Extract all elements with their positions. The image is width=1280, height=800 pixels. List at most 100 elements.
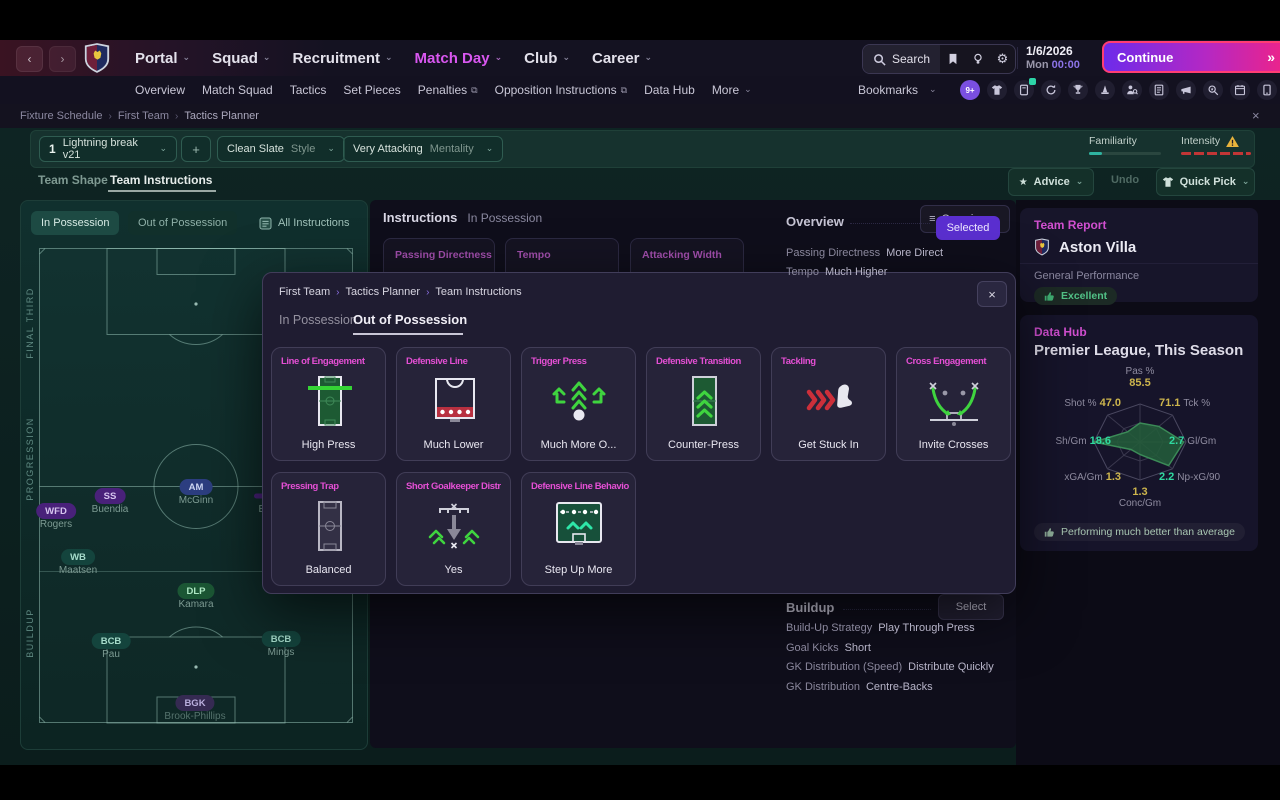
buildup-select-button[interactable]: Select [938, 594, 1004, 620]
breadcrumb-item[interactable]: Team Instructions [435, 286, 521, 298]
modal-card-tackling[interactable]: TacklingGet Stuck In [771, 347, 886, 461]
modal-card-cross-engagement[interactable]: Cross EngagementInvite Crosses [896, 347, 1011, 461]
scouting-icon[interactable] [1122, 80, 1142, 100]
pitch-toggle-out-of-possession[interactable]: Out of Possession [128, 211, 237, 235]
announcement-megaphone-icon[interactable] [1176, 80, 1196, 100]
player-position-pill[interactable]: WB [61, 549, 95, 565]
hint-bulb-icon[interactable] [965, 45, 990, 73]
date-value: 1/6/2026 [1026, 45, 1080, 59]
line-of-engagement-icon [297, 374, 361, 430]
modal-card-pressing-trap[interactable]: Pressing TrapBalanced [271, 472, 386, 586]
style-selector[interactable]: Clean Slate Style ⌄ [217, 136, 345, 162]
close-icon[interactable]: × [1252, 108, 1260, 123]
tactic-selector[interactable]: 1 Lightning break v21 ⌄ [39, 136, 177, 162]
modal-card-trigger-press[interactable]: Trigger PressMuch More O... [521, 347, 636, 461]
chevron-down-icon: ⌄ [159, 143, 167, 154]
breadcrumb-item[interactable]: First Team [279, 286, 330, 298]
subnav-item-match-squad[interactable]: Match Squad [202, 83, 273, 97]
modal-card-defensive-line[interactable]: Defensive LineMuch Lower [396, 347, 511, 461]
player-position-pill[interactable]: BGK [175, 695, 214, 711]
chevron-down-icon: ⌄ [1242, 176, 1250, 187]
inbox-chat-icon[interactable]: 9+ [960, 80, 980, 100]
player-position-pill[interactable]: WFD [36, 503, 76, 519]
style-label: Style [291, 143, 315, 155]
team-name[interactable]: Aston Villa [1059, 239, 1136, 256]
club-device-icon[interactable] [1257, 80, 1277, 100]
continue-button[interactable]: Continue » [1102, 41, 1280, 73]
player-name: Mings [268, 647, 295, 658]
overview-selected-button[interactable]: Selected [936, 216, 1000, 240]
breadcrumb-item[interactable]: Fixture Schedule [20, 110, 103, 122]
modal-card-short-goalkeeper-distr[interactable]: Short Goalkeeper DistrYes [396, 472, 511, 586]
sync-icon[interactable] [1041, 80, 1061, 100]
nav-item-recruitment[interactable]: Recruitment⌄ [292, 50, 392, 67]
advice-label: Advice [1034, 176, 1070, 188]
player-position-pill[interactable]: BCB [262, 631, 301, 647]
nav-item-squad[interactable]: Squad⌄ [212, 50, 270, 67]
modal-card-line-of-engagement[interactable]: Line of EngagementHigh Press [271, 347, 386, 461]
squad-shirt-icon[interactable] [987, 80, 1007, 100]
subnav-label: Tactics [290, 83, 327, 97]
training-cone-icon[interactable] [1095, 80, 1115, 100]
modal-tab-in-possession[interactable]: In Possession [279, 313, 357, 327]
calendar-icon[interactable] [1230, 80, 1250, 100]
subnav-item-tactics[interactable]: Tactics [290, 83, 327, 97]
nav-item-match-day[interactable]: Match Day⌄ [415, 50, 503, 67]
panel-card-icon[interactable] [1014, 80, 1034, 100]
undo-button[interactable]: Undo [1102, 174, 1148, 186]
modal-breadcrumb: First Team›Tactics Planner›Team Instruct… [279, 286, 522, 298]
subnav-item-data-hub[interactable]: Data Hub [644, 83, 695, 97]
back-button[interactable]: ‹ [16, 46, 43, 72]
tab-team-shape[interactable]: Team Shape [38, 173, 108, 187]
familiarity-label: Familiarity [1089, 135, 1163, 147]
modal-tab-out-of-possession[interactable]: Out of Possession [353, 312, 467, 327]
nav-item-career[interactable]: Career⌄ [592, 50, 652, 67]
search-button[interactable]: Search [863, 45, 940, 73]
card-title: Tackling [781, 356, 879, 367]
player-position-pill[interactable]: BCB [92, 633, 131, 649]
date-time: 00:00 [1052, 59, 1080, 71]
forward-button[interactable]: › [49, 46, 76, 72]
player-position-pill[interactable]: AM [180, 479, 213, 495]
subnav-item-more[interactable]: More⌄ [712, 83, 752, 97]
card-title: Line of Engagement [281, 356, 379, 367]
subnav-item-opposition-instructions[interactable]: Opposition Instructions⧉ [495, 83, 628, 97]
competition-trophy-icon[interactable] [1068, 80, 1088, 100]
subnav-item-overview[interactable]: Overview [135, 83, 185, 97]
card-title: Defensive Line Behavio [531, 481, 629, 492]
quick-pick-button[interactable]: Quick Pick ⌄ [1156, 168, 1255, 196]
subnav-item-set-pieces[interactable]: Set Pieces [343, 83, 400, 97]
notes-bookmark-icon[interactable] [940, 45, 965, 73]
card-title: Defensive Transition [656, 356, 754, 367]
pressing-trap-icon [297, 499, 361, 555]
club-crest[interactable] [83, 42, 111, 74]
news-report-icon[interactable] [1149, 80, 1169, 100]
player-position-pill[interactable]: DLP [178, 583, 215, 599]
mentality-selector[interactable]: Very Attacking Mentality ⌄ [343, 136, 503, 162]
breadcrumb-item[interactable]: Tactics Planner [184, 110, 259, 122]
advice-button[interactable]: ★ Advice ⌄ [1008, 168, 1094, 196]
card-value: Balanced [272, 564, 385, 576]
settings-gear-icon[interactable]: ⚙ [990, 45, 1015, 73]
modal-close-button[interactable]: × [977, 281, 1007, 307]
nav-item-club[interactable]: Club⌄ [524, 50, 570, 67]
intensity-label: Intensity [1181, 135, 1220, 147]
modal-card-defensive-transition[interactable]: Defensive TransitionCounter-Press [646, 347, 761, 461]
all-instructions-toggle[interactable]: All Instructions [259, 211, 350, 235]
player-search-icon[interactable] [1203, 80, 1223, 100]
nav-item-portal[interactable]: Portal⌄ [135, 50, 190, 67]
add-tactic-button[interactable]: + [181, 136, 211, 162]
player-position-pill[interactable]: SS [95, 488, 126, 504]
subnav-item-penalties[interactable]: Penalties⧉ [418, 83, 478, 97]
chevron-down-icon: ⌄ [385, 52, 393, 63]
breadcrumb-item[interactable]: Tactics Planner [345, 286, 420, 298]
general-performance-label: General Performance [1034, 270, 1258, 282]
instruction-summary-row: TempoMuch Higher [786, 266, 887, 278]
bookmarks-dropdown[interactable]: Bookmarks ⌄ [858, 76, 937, 104]
row-value: Centre-Backs [866, 681, 933, 693]
breadcrumb-item[interactable]: First Team [118, 110, 169, 122]
modal-card-defensive-line-behavio[interactable]: Defensive Line BehavioStep Up More [521, 472, 636, 586]
tab-team-instructions[interactable]: Team Instructions [110, 173, 212, 187]
bookmarks-label: Bookmarks [858, 83, 918, 97]
pitch-toggle-in-possession[interactable]: In Possession [31, 211, 119, 235]
